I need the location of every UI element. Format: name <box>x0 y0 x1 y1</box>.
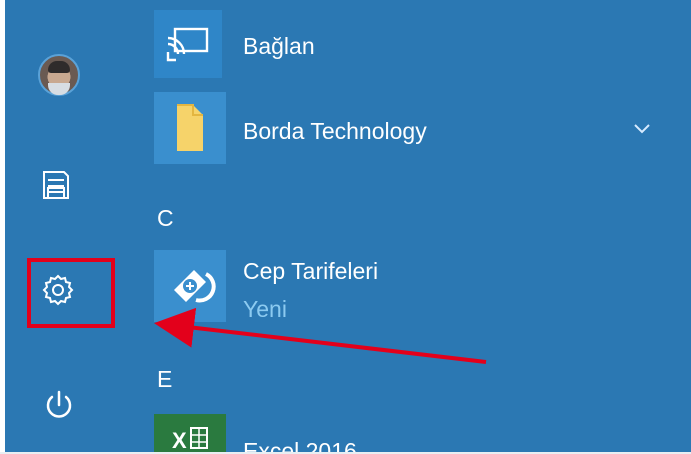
user-avatar-icon[interactable] <box>38 54 80 96</box>
cep-tarifeleri-icon[interactable] <box>154 250 226 322</box>
chevron-down-icon[interactable] <box>629 118 655 138</box>
section-letter-c[interactable]: C <box>157 205 174 232</box>
app-label-borda-technology[interactable]: Borda Technology <box>243 118 427 144</box>
app-label-cep-tarifeleri[interactable]: Cep Tarifeleri <box>243 258 378 284</box>
documents-icon[interactable] <box>38 166 76 204</box>
app-label-baglan[interactable]: Bağlan <box>243 33 315 59</box>
start-menu: Bağlan Borda Technology C Cep Tarifeleri… <box>5 0 691 452</box>
power-icon[interactable] <box>38 384 80 426</box>
settings-highlight-box <box>27 258 115 328</box>
section-letter-e[interactable]: E <box>157 366 172 393</box>
folder-icon[interactable] <box>154 92 226 164</box>
app-label-excel-2016[interactable]: Excel 2016 <box>243 438 357 452</box>
excel-icon[interactable]: X <box>154 414 226 452</box>
app-sublabel-new: Yeni <box>243 296 287 322</box>
svg-text:X: X <box>172 428 187 452</box>
connect-cast-icon[interactable] <box>154 10 222 78</box>
